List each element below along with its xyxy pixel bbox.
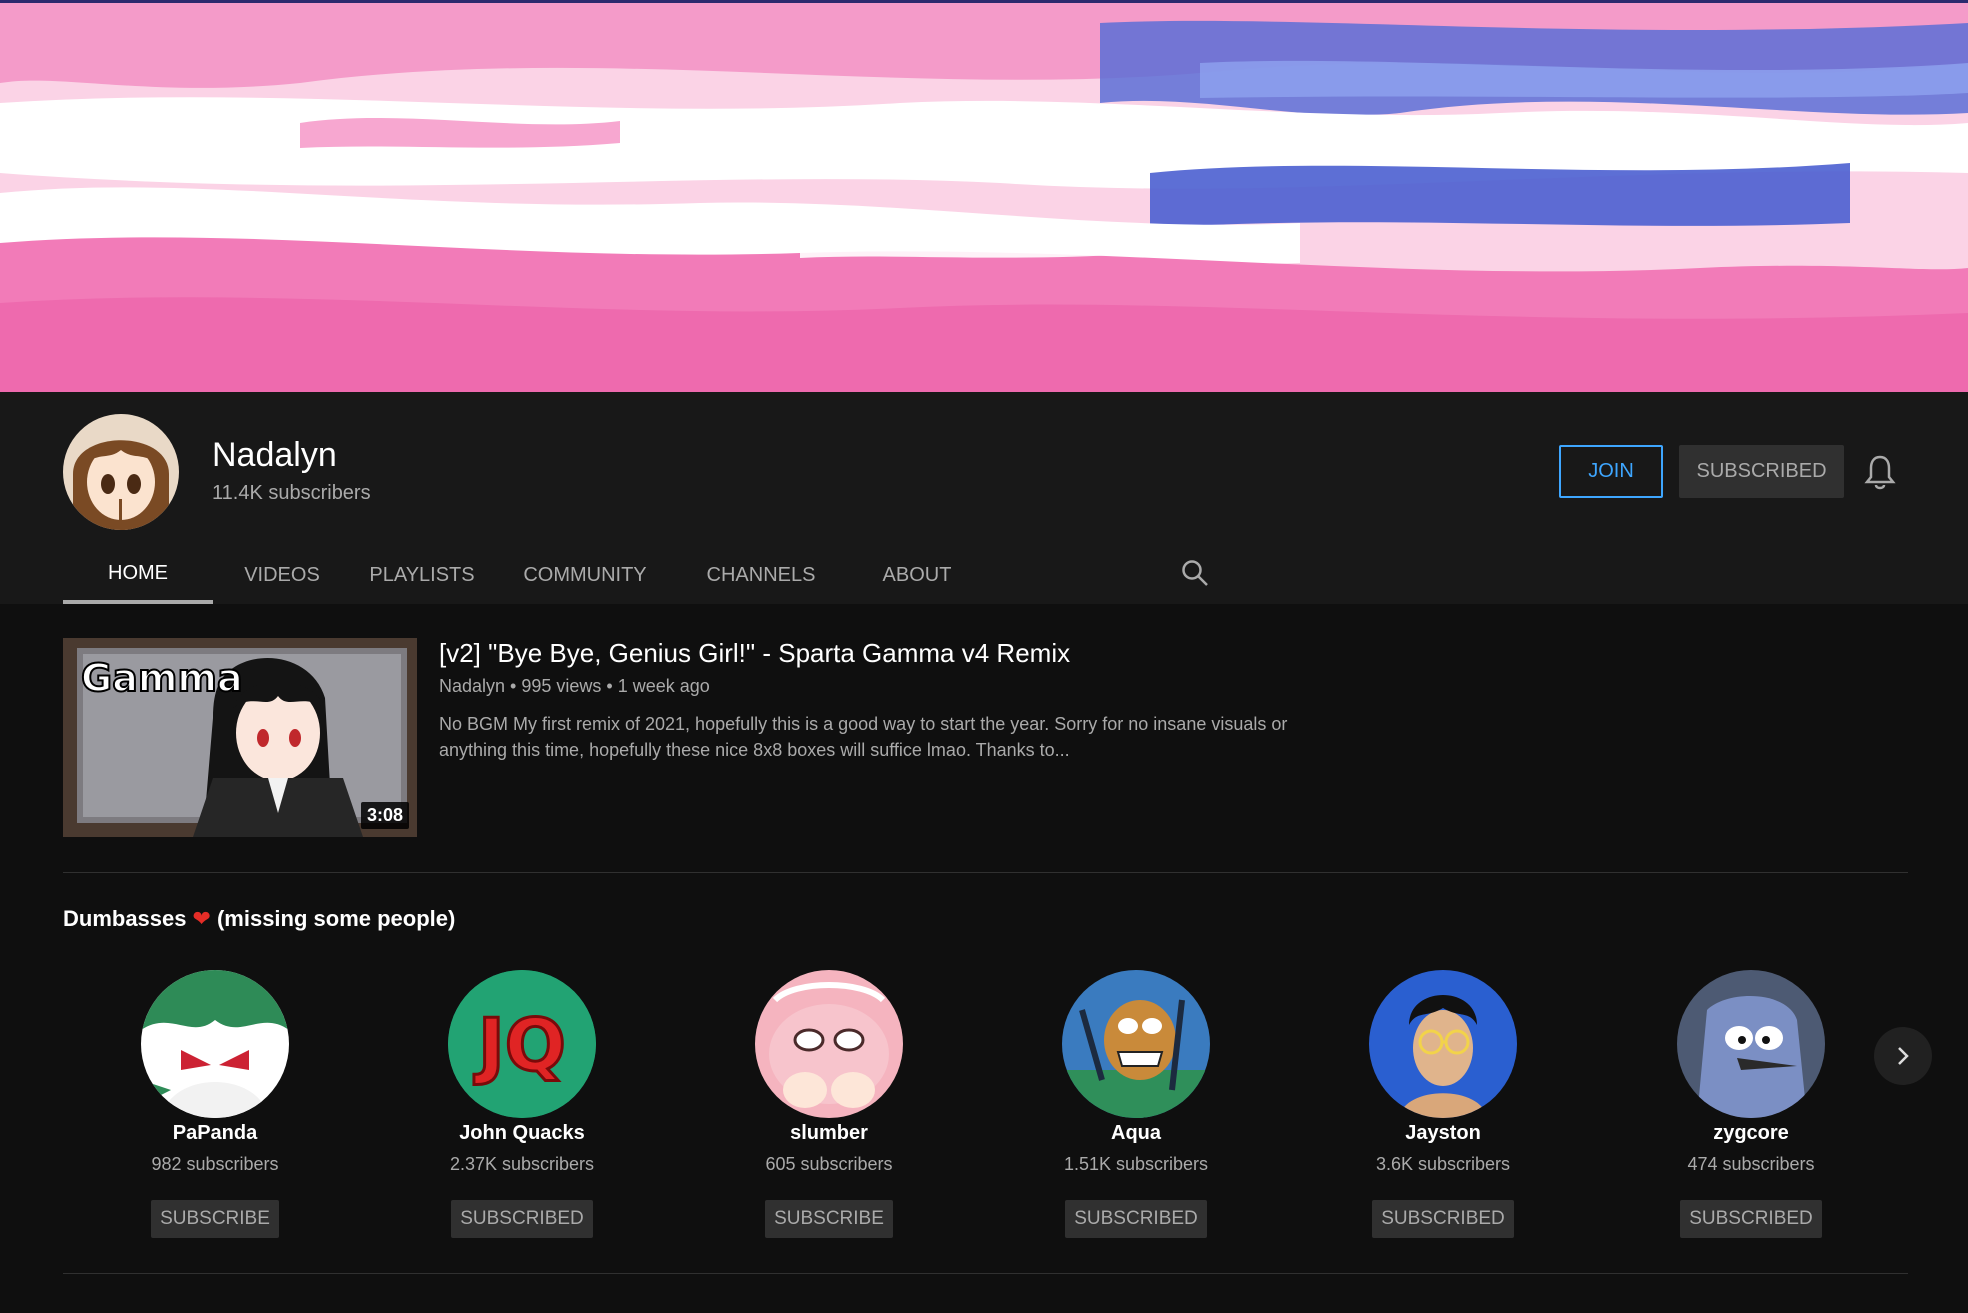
channel-card-subscribers: 474 subscribers: [1687, 1154, 1815, 1174]
channel-card-subscribers: 3.6K subscribers: [1375, 1154, 1511, 1174]
video-thumbnail[interactable]: Gamma 3:08: [63, 638, 417, 837]
channel-card-name[interactable]: slumber: [714, 1122, 944, 1145]
chevron-right-icon[interactable]: [1874, 1027, 1932, 1085]
subscribed-button[interactable]: SUBSCRIBED: [1679, 445, 1844, 498]
tab-home[interactable]: HOME: [63, 547, 213, 604]
heart-icon: ❤: [192, 906, 211, 931]
section-title[interactable]: Dumbasses ❤ (missing some people): [63, 906, 455, 932]
channel-card-avatar[interactable]: [755, 970, 903, 1118]
section-title-start: Dumbasses: [63, 906, 187, 931]
channel-card-name[interactable]: Jayston: [1328, 1122, 1558, 1145]
channel-card-subscribers: 2.37K subscribers: [449, 1154, 595, 1174]
subscribed-button[interactable]: SUBSCRIBED: [451, 1200, 593, 1238]
channel-card-avatar[interactable]: [1369, 970, 1517, 1118]
video-title[interactable]: [v2] "Bye Bye, Genius Girl!" - Sparta Ga…: [439, 638, 1070, 669]
subscribed-button[interactable]: SUBSCRIBED: [1680, 1200, 1822, 1238]
tab-playlists[interactable]: PLAYLISTS: [357, 547, 487, 604]
subscribe-button[interactable]: SUBSCRIBE: [765, 1200, 893, 1238]
svg-text:JQ: JQ: [473, 1003, 566, 1087]
divider: [63, 872, 1908, 873]
tab-videos[interactable]: VIDEOS: [227, 547, 337, 604]
channel-card-name[interactable]: Aqua: [1021, 1122, 1251, 1145]
channel-card-avatar[interactable]: [1677, 970, 1825, 1118]
join-button[interactable]: JOIN: [1559, 445, 1663, 498]
channel-card-subscribers: 1.51K subscribers: [1063, 1154, 1209, 1174]
subscribe-button[interactable]: SUBSCRIBE: [151, 1200, 279, 1238]
channel-card-avatar[interactable]: JQ: [448, 970, 596, 1118]
tab-about[interactable]: ABOUT: [855, 547, 979, 604]
video-meta: Nadalyn • 995 views • 1 week ago: [439, 676, 710, 696]
channel-avatar[interactable]: [63, 414, 179, 530]
divider: [63, 1273, 1908, 1274]
tab-community[interactable]: COMMUNITY: [505, 547, 665, 604]
channel-card-name[interactable]: John Quacks: [407, 1122, 637, 1145]
channel-card-subscribers: 982 subscribers: [151, 1154, 279, 1174]
search-icon[interactable]: [1179, 557, 1211, 589]
channel-name[interactable]: Nadalyn: [212, 436, 337, 475]
subscribed-button[interactable]: SUBSCRIBED: [1372, 1200, 1514, 1238]
subscriber-count: 11.4K subscribers: [212, 482, 371, 504]
channel-card-name[interactable]: PaPanda: [100, 1122, 330, 1145]
tab-channels[interactable]: CHANNELS: [687, 547, 835, 604]
channel-card-avatar[interactable]: [141, 970, 289, 1118]
subscribed-button[interactable]: SUBSCRIBED: [1065, 1200, 1207, 1238]
channel-card-name[interactable]: zygcore: [1636, 1122, 1866, 1145]
channel-card-avatar[interactable]: [1062, 970, 1210, 1118]
channel-card-subscribers: 605 subscribers: [765, 1154, 893, 1174]
bell-icon[interactable]: [1864, 452, 1896, 492]
channel-banner: [0, 0, 1968, 392]
section-title-end: (missing some people): [216, 906, 456, 931]
thumbnail-text: Gamma: [80, 655, 244, 701]
channel-header: Nadalyn 11.4K subscribers JOIN SUBSCRIBE…: [0, 392, 1968, 604]
video-description: No BGM My first remix of 2021, hopefully…: [439, 714, 1288, 760]
video-duration: 3:08: [360, 802, 409, 829]
